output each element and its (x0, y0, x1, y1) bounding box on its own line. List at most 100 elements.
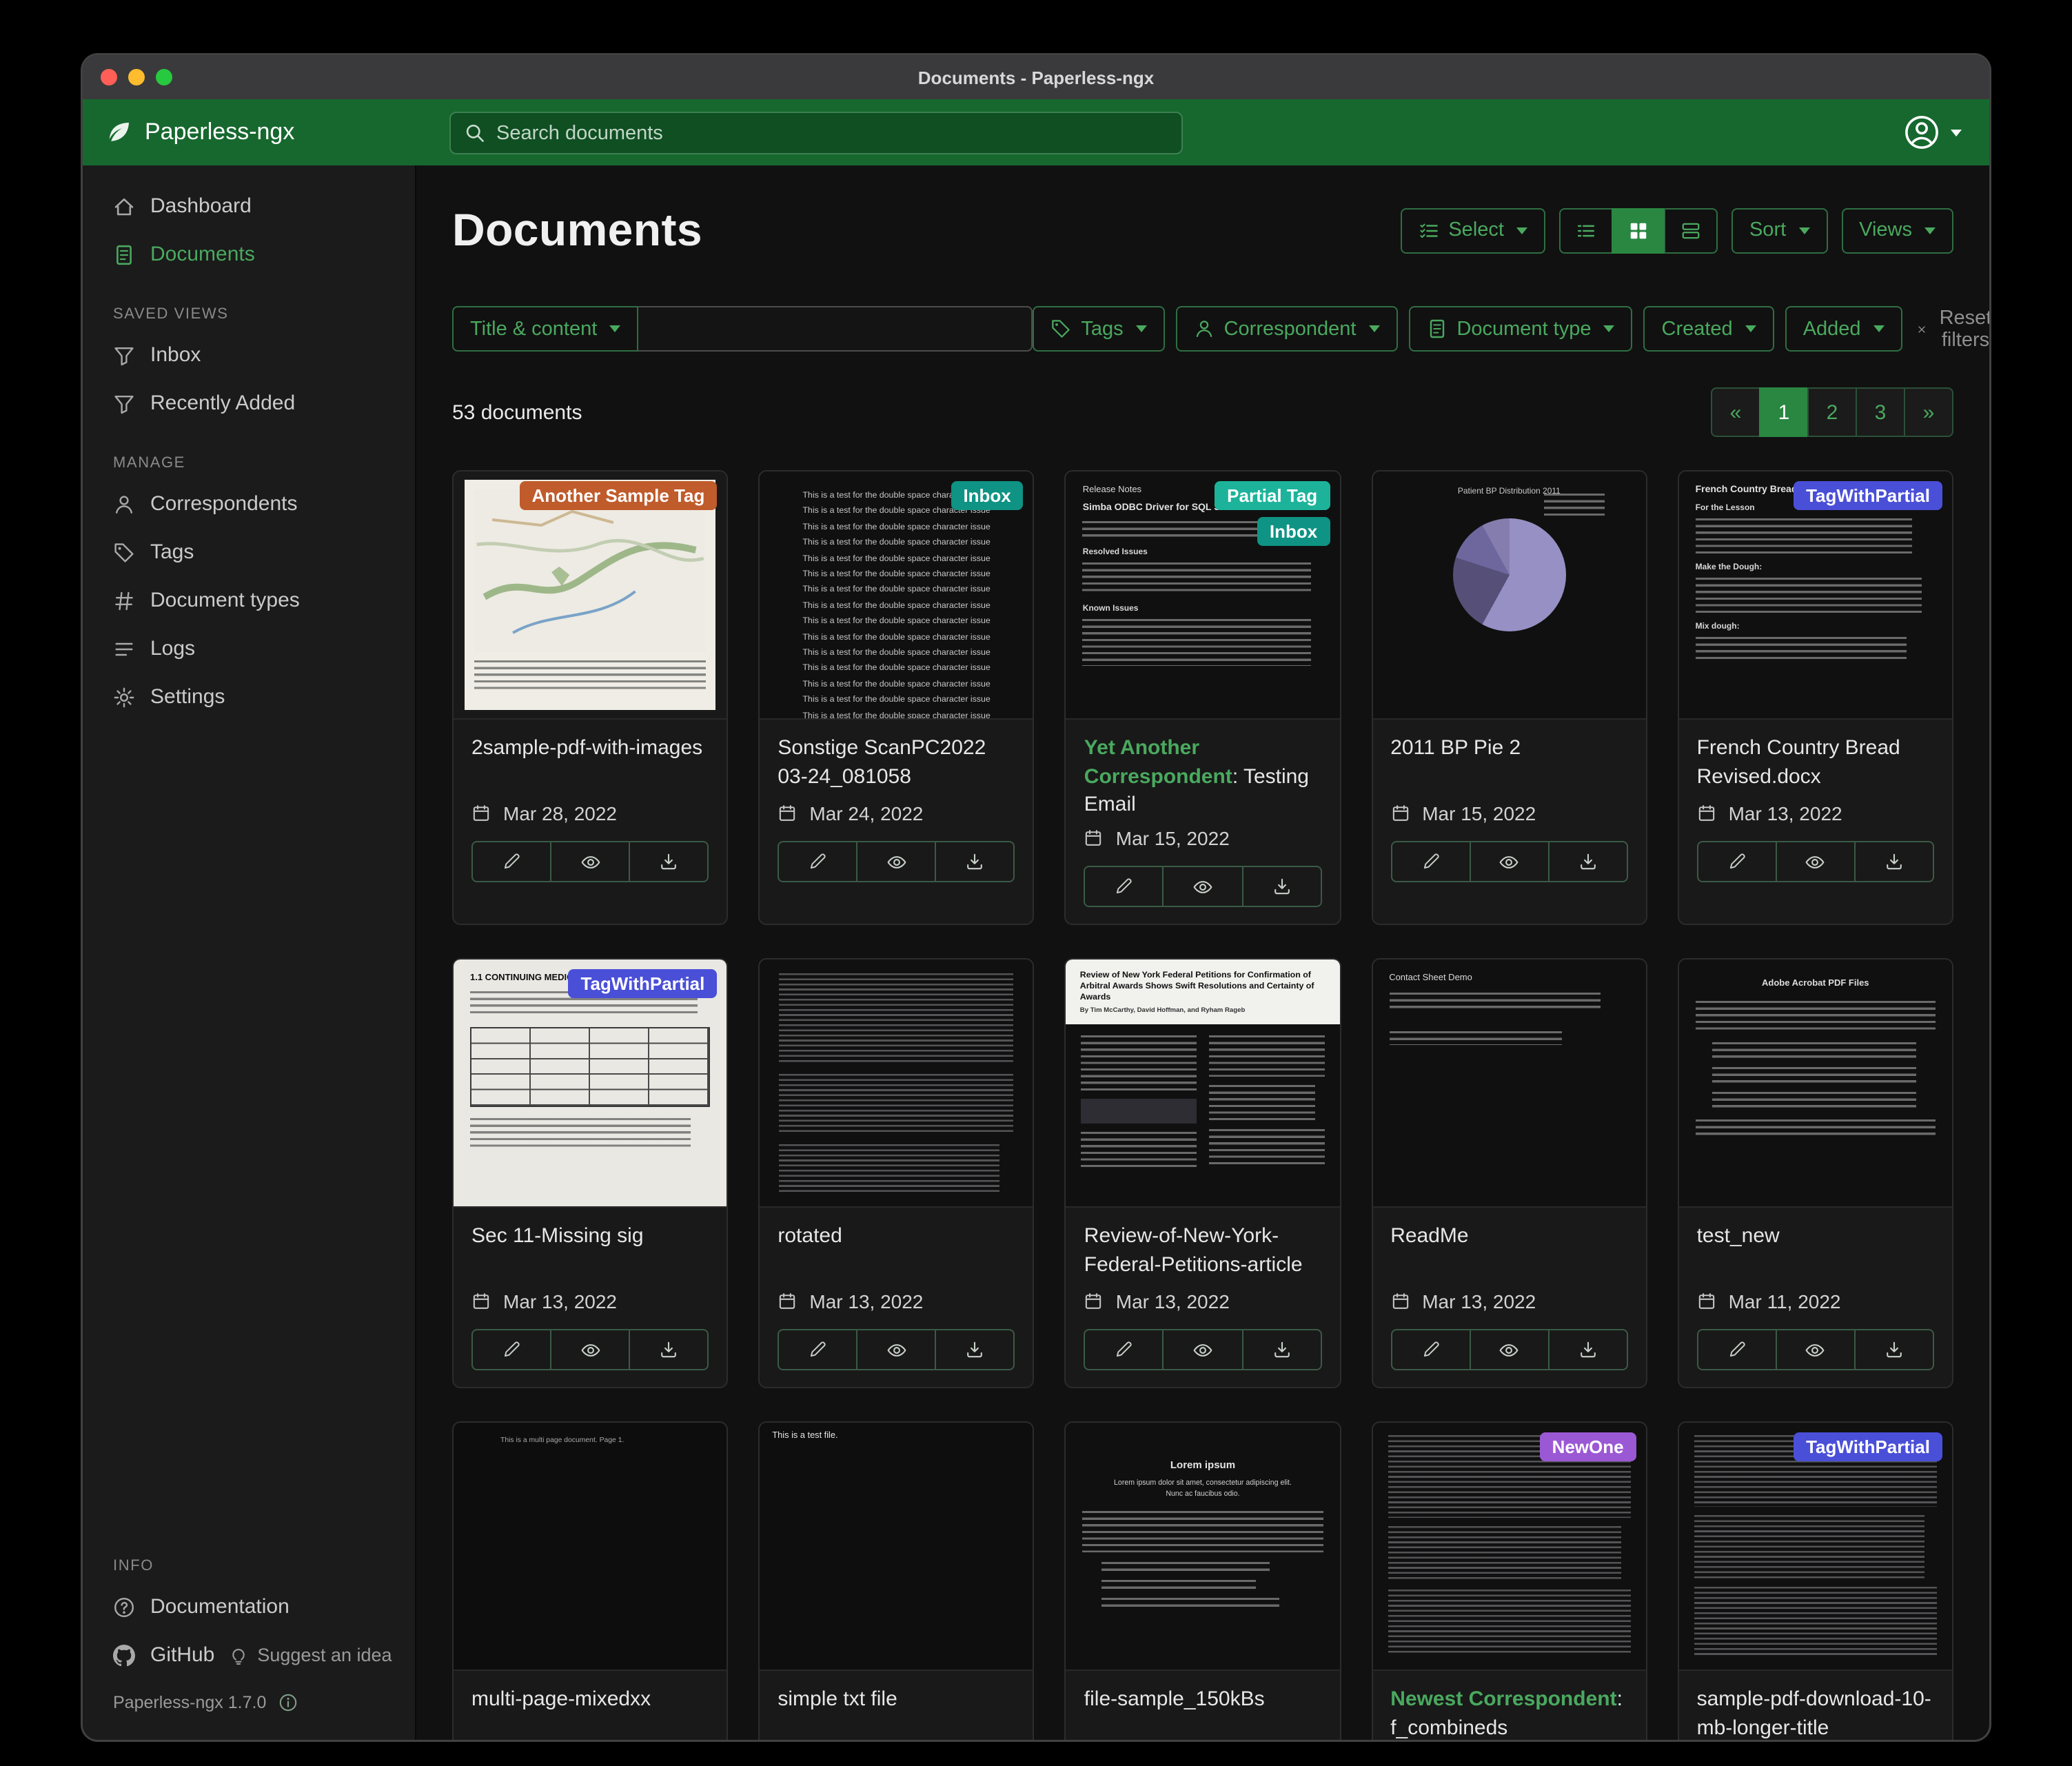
pagination-page-1[interactable]: 1 (1759, 387, 1809, 437)
title-content-input[interactable] (638, 306, 1033, 352)
document-title[interactable]: multi-page-mixedxx (471, 1686, 709, 1740)
title-content-dropdown[interactable]: Title & content (452, 306, 638, 352)
pagination-page-3[interactable]: 3 (1856, 387, 1905, 437)
document-thumbnail[interactable]: 1.1 CONTINUING MEDICAL EDUCA TagWithPart… (454, 960, 727, 1208)
document-title[interactable]: Newest Correspondent: f_combineds (1390, 1686, 1627, 1740)
document-thumbnail[interactable]: Lorem ipsum Lorem ipsum dolor sit amet, … (1066, 1423, 1339, 1671)
document-title[interactable]: sample-pdf-download-10-mb-longer-title (1697, 1686, 1934, 1740)
sidebar-item-github[interactable]: GitHub (83, 1631, 217, 1679)
document-title[interactable]: French Country Bread Revised.docx (1697, 735, 1934, 795)
tag-chip[interactable]: Partial Tag (1215, 481, 1330, 510)
edit-button[interactable] (1697, 1329, 1777, 1370)
download-button[interactable] (1241, 866, 1321, 907)
document-title[interactable]: ReadMe (1390, 1223, 1627, 1283)
correspondent-link[interactable]: Newest Correspondent (1390, 1687, 1616, 1711)
download-button[interactable] (629, 841, 709, 882)
view-button[interactable] (550, 1329, 630, 1370)
pagination-page-2[interactable]: 2 (1807, 387, 1857, 437)
sidebar-item-document-types[interactable]: Document types (83, 576, 415, 625)
document-thumbnail[interactable]: This is a test file. (760, 1423, 1033, 1671)
document-thumbnail[interactable]: French Country Bread For the Lesson Make… (1679, 471, 1952, 720)
sidebar-item-correspondents[interactable]: Correspondents (83, 480, 415, 528)
sidebar-item-documents[interactable]: Documents (83, 230, 415, 278)
sidebar-item-dashboard[interactable]: Dashboard (83, 182, 415, 230)
created-filter-button[interactable]: Created (1644, 306, 1774, 352)
sidebar-item-inbox[interactable]: Inbox (83, 331, 415, 379)
view-button[interactable] (1776, 841, 1856, 882)
document-title[interactable]: file-sample_150kBs (1084, 1686, 1321, 1740)
document-title[interactable]: Review-of-New-York-Federal-Petitions-art… (1084, 1223, 1321, 1283)
document-title[interactable]: 2011 BP Pie 2 (1390, 735, 1627, 795)
download-button[interactable] (1547, 1329, 1627, 1370)
document-title[interactable]: test_new (1697, 1223, 1934, 1283)
document-title[interactable]: simple txt file (778, 1686, 1015, 1740)
reset-filters-button[interactable]: Reset filters (1913, 307, 1989, 351)
download-button[interactable] (1854, 841, 1934, 882)
document-title[interactable]: Yet Another Correspondent: Testing Email (1084, 735, 1321, 820)
edit-button[interactable] (1084, 866, 1164, 907)
zoom-window-button[interactable] (156, 69, 172, 85)
download-button[interactable] (1241, 1329, 1321, 1370)
view-button[interactable] (1776, 1329, 1856, 1370)
edit-button[interactable] (1390, 1329, 1470, 1370)
download-button[interactable] (935, 1329, 1015, 1370)
pagination-next[interactable]: » (1904, 387, 1953, 437)
edit-button[interactable] (1084, 1329, 1164, 1370)
document-thumbnail[interactable]: Adobe Acrobat PDF Files (1679, 960, 1952, 1208)
sidebar-item-suggest-idea[interactable]: Suggest an idea (217, 1632, 403, 1678)
sidebar-item-recently-added[interactable]: Recently Added (83, 379, 415, 427)
document-type-filter-button[interactable]: Document type (1408, 306, 1632, 352)
document-thumbnail[interactable]: NewOne (1372, 1423, 1645, 1671)
document-title[interactable]: Sec 11-Missing sig (471, 1223, 709, 1283)
user-menu[interactable] (1904, 114, 1962, 150)
views-button[interactable]: Views (1841, 207, 1953, 253)
view-button[interactable] (1163, 866, 1243, 907)
tag-chip[interactable]: Another Sample Tag (519, 481, 717, 510)
view-button[interactable] (550, 841, 630, 882)
view-button[interactable] (857, 1329, 937, 1370)
document-thumbnail[interactable]: TagWithPartial (1679, 1423, 1952, 1671)
edit-button[interactable] (471, 841, 551, 882)
view-button[interactable] (1469, 841, 1549, 882)
document-title[interactable]: Sonstige ScanPC2022 03-24_081058 (778, 735, 1015, 795)
download-button[interactable] (935, 841, 1015, 882)
document-thumbnail[interactable]: This is a multi page document. Page 1. (454, 1423, 727, 1671)
edit-button[interactable] (1390, 841, 1470, 882)
sort-button[interactable]: Sort (1731, 207, 1827, 253)
minimize-window-button[interactable] (128, 69, 145, 85)
document-thumbnail[interactable]: Review of New York Federal Petitions for… (1066, 960, 1339, 1208)
select-button[interactable]: Select (1400, 207, 1545, 253)
edit-button[interactable] (1697, 841, 1777, 882)
document-thumbnail[interactable]: Release Notes Simba ODBC Driver for SQL … (1066, 471, 1339, 720)
list-view-button[interactable] (1559, 207, 1613, 253)
tag-chip[interactable]: TagWithPartial (1794, 1432, 1942, 1461)
document-title[interactable]: rotated (778, 1223, 1015, 1283)
tag-chip[interactable]: TagWithPartial (569, 969, 718, 998)
tag-chip[interactable]: Inbox (1257, 517, 1330, 546)
view-button[interactable] (1469, 1329, 1549, 1370)
pagination-prev[interactable]: « (1711, 387, 1760, 437)
document-thumbnail[interactable]: This is a test for the double space char… (760, 471, 1033, 720)
view-button[interactable] (857, 841, 937, 882)
sidebar-item-documentation[interactable]: Documentation (83, 1583, 415, 1631)
detail-view-button[interactable] (1664, 207, 1718, 253)
global-search[interactable] (449, 112, 1183, 154)
document-thumbnail[interactable] (760, 960, 1033, 1208)
tag-chip[interactable]: TagWithPartial (1794, 481, 1942, 510)
document-title[interactable]: 2sample-pdf-with-images (471, 735, 709, 795)
document-thumbnail[interactable]: Another Sample Tag (454, 471, 727, 720)
view-button[interactable] (1163, 1329, 1243, 1370)
sidebar-item-logs[interactable]: Logs (83, 625, 415, 673)
download-button[interactable] (629, 1329, 709, 1370)
correspondent-link[interactable]: Yet Another Correspondent (1084, 736, 1232, 788)
grid-view-button[interactable] (1612, 207, 1665, 253)
document-thumbnail[interactable]: Contact Sheet Demo (1372, 960, 1645, 1208)
edit-button[interactable] (471, 1329, 551, 1370)
added-filter-button[interactable]: Added (1785, 306, 1902, 352)
download-button[interactable] (1854, 1329, 1934, 1370)
tag-chip[interactable]: NewOne (1540, 1432, 1636, 1461)
download-button[interactable] (1547, 841, 1627, 882)
sidebar-item-settings[interactable]: Settings (83, 673, 415, 721)
edit-button[interactable] (778, 1329, 857, 1370)
tag-chip[interactable]: Inbox (951, 481, 1023, 510)
